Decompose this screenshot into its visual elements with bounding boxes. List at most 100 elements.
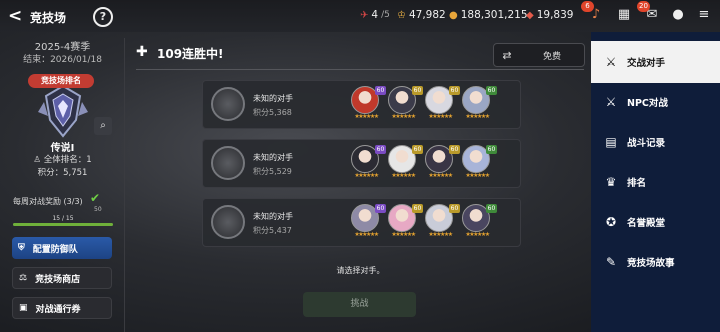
hero-star-rating: ★★★★★★ xyxy=(391,172,416,179)
overall-rank: ♙ 全体排名：1 xyxy=(0,153,125,165)
menu-item-crossed-swords[interactable]: ⚔ 交战对手 xyxy=(591,41,720,83)
hero-level-badge: 60 xyxy=(412,86,423,95)
hero-star-rating: ★★★★★★ xyxy=(465,113,490,120)
hero-star-rating: ★★★★★★ xyxy=(465,231,490,238)
hero-portrait: 60 ★★★★★★ xyxy=(388,145,423,179)
hero-star-rating: ★★★★★★ xyxy=(428,172,453,179)
tier-label: 传说I xyxy=(50,143,75,154)
ticket-icon: ✈ xyxy=(360,9,369,21)
hero-portrait: 60 ★★★★★★ xyxy=(425,204,460,238)
menu-item-label: 排名 xyxy=(627,178,647,189)
laurel-icon: ✪ xyxy=(605,215,617,229)
arena-shop-label: 竞技场商店 xyxy=(35,274,81,285)
menu-item-label: 交战对手 xyxy=(627,58,666,69)
npc-swords-icon: ⚔ xyxy=(605,95,617,109)
check-icon: ✔ xyxy=(90,191,101,205)
coin-counter: ● 188,301,215 xyxy=(449,9,528,21)
bell-icon[interactable]: ♪ 6 xyxy=(581,1,606,25)
refresh-free-button[interactable]: ⇄ 免费 xyxy=(493,43,585,67)
menu-icon[interactable]: ≡ xyxy=(694,5,714,25)
gem-value: 19,839 xyxy=(536,9,574,21)
hero-portrait: 60 ★★★★★★ xyxy=(351,204,386,238)
defense-team-button[interactable]: ⛨ 配置防御队 xyxy=(12,237,112,259)
opponent-name: 未知的对手 xyxy=(253,153,293,162)
hero-portrait: 60 ★★★★★★ xyxy=(425,86,460,120)
menu-item-clipboard[interactable]: ▤ 战斗记录 xyxy=(591,121,720,163)
hero-level-badge: 60 xyxy=(449,145,460,154)
opponent-points: 积分5,529 xyxy=(253,167,292,176)
opponent-name: 未知的对手 xyxy=(253,212,293,221)
hero-portrait: 60 ★★★★★★ xyxy=(388,204,423,238)
page-title: 竞技场 xyxy=(30,11,67,25)
ticket-counter: ✈ 4/5 xyxy=(360,9,390,21)
hero-star-rating: ★★★★★★ xyxy=(391,231,416,238)
help-icon[interactable]: ? xyxy=(93,7,113,27)
hero-portrait: 60 ★★★★★★ xyxy=(351,145,386,179)
sparkle-icon: ✚ xyxy=(136,44,148,60)
arena-shop-button[interactable]: ⚖ 竞技场商店 xyxy=(12,267,112,289)
reward-amount: 50 xyxy=(94,206,102,213)
hero-level-badge: 60 xyxy=(449,86,460,95)
gem-counter: ◆ 19,839 xyxy=(526,9,573,21)
unknown-opponent-avatar xyxy=(211,87,245,121)
menu-item-label: 竞技场故事 xyxy=(627,258,675,269)
legend-rank-emblem xyxy=(36,82,90,144)
choose-opponent-prompt: 请选择对手。 xyxy=(336,266,385,275)
opponent-name: 未知的对手 xyxy=(253,94,293,103)
opponent-card[interactable]: 未知的对手 积分5,368 60 ★★★★★★ 60 ★★★★★★ 60 ★★★★★★ 60 ★★… xyxy=(202,80,521,129)
free-label: 免费 xyxy=(542,51,561,62)
team-icon[interactable]: ▦ xyxy=(614,5,634,25)
hero-level-badge: 60 xyxy=(412,145,423,154)
search-icon[interactable]: ⌕ xyxy=(94,117,112,135)
opponent-card[interactable]: 未知的对手 积分5,529 60 ★★★★★★ 60 ★★★★★★ 60 ★★★★★★ 60 ★★… xyxy=(202,139,521,188)
coin-icon: ● xyxy=(449,9,458,21)
defense-team-label: 配置防御队 xyxy=(32,244,78,255)
hero-portrait: 60 ★★★★★★ xyxy=(462,86,497,120)
opponent-team: 60 ★★★★★★ 60 ★★★★★★ 60 ★★★★★★ 60 ★★★★★★ xyxy=(351,86,497,120)
weekly-progress-fill xyxy=(13,223,113,226)
ticket-value: 4 xyxy=(371,9,379,21)
ranking-banner-label: 竞技场排名 xyxy=(41,76,81,85)
hero-level-badge: 60 xyxy=(375,204,386,213)
hero-level-badge: 60 xyxy=(486,86,497,95)
crossed-swords-icon: ⚔ xyxy=(605,55,617,69)
hero-star-rating: ★★★★★★ xyxy=(391,113,416,120)
overall-rank-text: 全体排名：1 xyxy=(43,155,92,165)
hero-star-rating: ★★★★★★ xyxy=(465,172,490,179)
hero-star-rating: ★★★★★★ xyxy=(354,113,379,120)
opponent-points: 积分5,368 xyxy=(253,108,292,117)
gem-icon: ◆ xyxy=(526,9,534,21)
menu-item-trophy[interactable]: ♛ 排名 xyxy=(591,161,720,203)
chat-icon[interactable]: ● xyxy=(668,5,688,25)
book-icon: ✎ xyxy=(605,255,617,269)
shield-icon: ⛨ xyxy=(18,243,25,253)
mail-icon[interactable]: ✉ 20 xyxy=(637,1,662,25)
menu-item-npc-swords[interactable]: ⚔ NPC对战 xyxy=(591,81,720,123)
back-arrow-icon[interactable]: < xyxy=(8,6,22,26)
gold-icon: ♔ xyxy=(397,9,406,21)
bell-badge: 6 xyxy=(581,1,594,12)
weekly-reward-label: 每周对战奖励 (3/3) xyxy=(13,197,83,206)
arena-ranking-banner[interactable]: 竞技场排名 xyxy=(28,74,94,88)
weekly-progress-bar xyxy=(13,223,113,226)
hero-portrait: 60 ★★★★★★ xyxy=(388,86,423,120)
challenge-button[interactable]: 挑战 xyxy=(303,292,416,317)
battle-pass-button[interactable]: ▣ 对战通行券 xyxy=(12,297,112,319)
ticket-pass-icon: ▣ xyxy=(19,303,28,313)
header-divider xyxy=(136,69,584,70)
hero-star-rating: ★★★★★★ xyxy=(428,113,453,120)
season-end-date: 结束：2026/01/18 xyxy=(23,55,102,65)
opponent-card[interactable]: 未知的对手 积分5,437 60 ★★★★★★ 60 ★★★★★★ 60 ★★★★★★ 60 ★★… xyxy=(202,198,521,247)
hero-star-rating: ★★★★★★ xyxy=(428,231,453,238)
hero-portrait: 60 ★★★★★★ xyxy=(351,86,386,120)
win-streak-title: 109连胜中! xyxy=(157,47,224,61)
menu-item-label: 名誉殿堂 xyxy=(627,218,666,229)
menu-item-book[interactable]: ✎ 竞技场故事 xyxy=(591,241,720,283)
menu-item-laurel[interactable]: ✪ 名誉殿堂 xyxy=(591,201,720,243)
gold-counter: ♔ 47,982 xyxy=(397,9,446,21)
hero-star-rating: ★★★★★★ xyxy=(354,231,379,238)
hero-portrait: 60 ★★★★★★ xyxy=(462,204,497,238)
hero-portrait: 60 ★★★★★★ xyxy=(425,145,460,179)
hero-level-badge: 60 xyxy=(486,145,497,154)
menu-item-label: NPC对战 xyxy=(627,98,668,109)
